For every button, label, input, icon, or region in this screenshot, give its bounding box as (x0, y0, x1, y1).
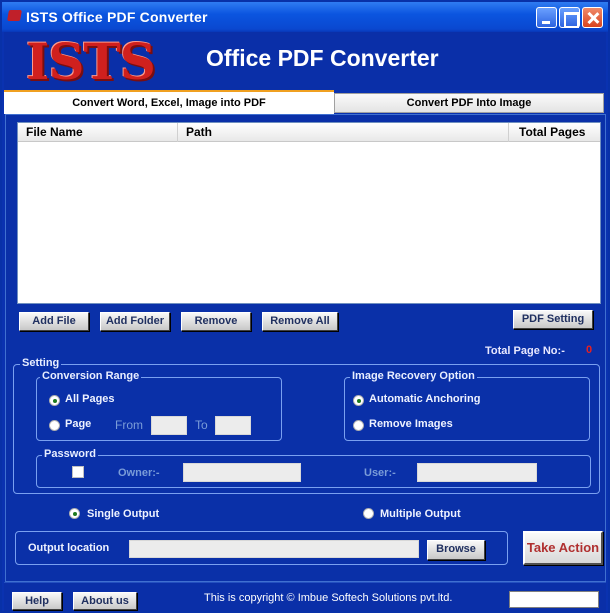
total-pages-value: 0 (586, 344, 593, 356)
minimize-button[interactable] (536, 7, 557, 28)
remove-all-button[interactable]: Remove All (262, 312, 338, 331)
app-banner: ISTS Office PDF Converter (4, 32, 606, 91)
page-label: Page (65, 418, 92, 430)
convert-panel: File Name Path Total Pages Add File Add … (5, 114, 606, 582)
ists-logo: ISTS (26, 32, 156, 91)
take-action-button[interactable]: Take Action (523, 531, 603, 565)
setting-group: Setting Conversion Range All Pages Page … (13, 357, 600, 494)
page-radio[interactable] (49, 420, 60, 431)
add-file-button[interactable]: Add File (19, 312, 89, 331)
all-pages-label: All Pages (65, 393, 115, 405)
single-output-radio[interactable] (69, 508, 80, 519)
output-location-label: Output location (28, 542, 110, 554)
title-bar: ISTS Office PDF Converter (2, 2, 608, 32)
browse-button[interactable]: Browse (427, 540, 485, 560)
password-group: Password Owner:- User:- (36, 448, 591, 488)
user-password-input[interactable] (417, 463, 537, 482)
to-page-input[interactable] (215, 416, 251, 435)
close-button[interactable] (582, 7, 603, 28)
remove-images-label: Remove Images (369, 418, 453, 430)
to-label: To (195, 418, 208, 432)
multiple-output-radio[interactable] (363, 508, 374, 519)
app-icon (7, 10, 22, 21)
output-location-input[interactable] (129, 540, 419, 558)
owner-label: Owner:- (118, 467, 160, 479)
multiple-output-label: Multiple Output (380, 508, 461, 520)
window-title: ISTS Office PDF Converter (26, 9, 208, 25)
tab-convert-to-pdf[interactable]: Convert Word, Excel, Image into PDF (4, 90, 334, 114)
status-field (509, 591, 599, 608)
all-pages-radio[interactable] (49, 395, 60, 406)
image-recovery-group: Image Recovery Option Automatic Anchorin… (344, 370, 590, 441)
help-button[interactable]: Help (12, 592, 62, 610)
single-output-label: Single Output (87, 508, 160, 520)
app-window: ISTS Office PDF Converter ISTS Office PD… (0, 0, 610, 613)
owner-password-input[interactable] (183, 463, 301, 482)
remove-images-radio[interactable] (353, 420, 364, 431)
output-location-group: Output location Browse (15, 531, 508, 565)
column-path[interactable]: Path (178, 123, 509, 142)
copyright-text: This is copyright © Imbue Softech Soluti… (204, 592, 453, 604)
tab-bar: Convert Word, Excel, Image into PDF Conv… (4, 90, 606, 114)
file-list[interactable]: File Name Path Total Pages (17, 122, 601, 304)
banner-title: Office PDF Converter (206, 45, 439, 71)
file-list-header: File Name Path Total Pages (18, 123, 600, 142)
add-folder-button[interactable]: Add Folder (100, 312, 170, 331)
footer-bar: Help About us This is copyright © Imbue … (4, 582, 606, 611)
about-us-button[interactable]: About us (73, 592, 137, 610)
column-total-pages[interactable]: Total Pages (509, 123, 602, 142)
conversion-range-group: Conversion Range All Pages Page From To (36, 370, 282, 441)
total-pages-label: Total Page No:- (485, 345, 565, 357)
setting-legend: Setting (20, 357, 62, 369)
maximize-button[interactable] (559, 7, 580, 28)
user-label: User:- (364, 467, 396, 479)
automatic-anchoring-label: Automatic Anchoring (369, 393, 481, 405)
image-recovery-legend: Image Recovery Option (350, 370, 477, 382)
password-legend: Password (42, 448, 98, 460)
from-page-input[interactable] (151, 416, 187, 435)
automatic-anchoring-radio[interactable] (353, 395, 364, 406)
password-checkbox[interactable] (72, 466, 84, 478)
from-label: From (115, 418, 143, 432)
tab-convert-pdf-to-image[interactable]: Convert PDF Into Image (334, 93, 604, 113)
pdf-setting-button[interactable]: PDF Setting (513, 310, 593, 329)
remove-button[interactable]: Remove (181, 312, 251, 331)
column-file-name[interactable]: File Name (18, 123, 178, 142)
conversion-range-legend: Conversion Range (40, 370, 142, 382)
